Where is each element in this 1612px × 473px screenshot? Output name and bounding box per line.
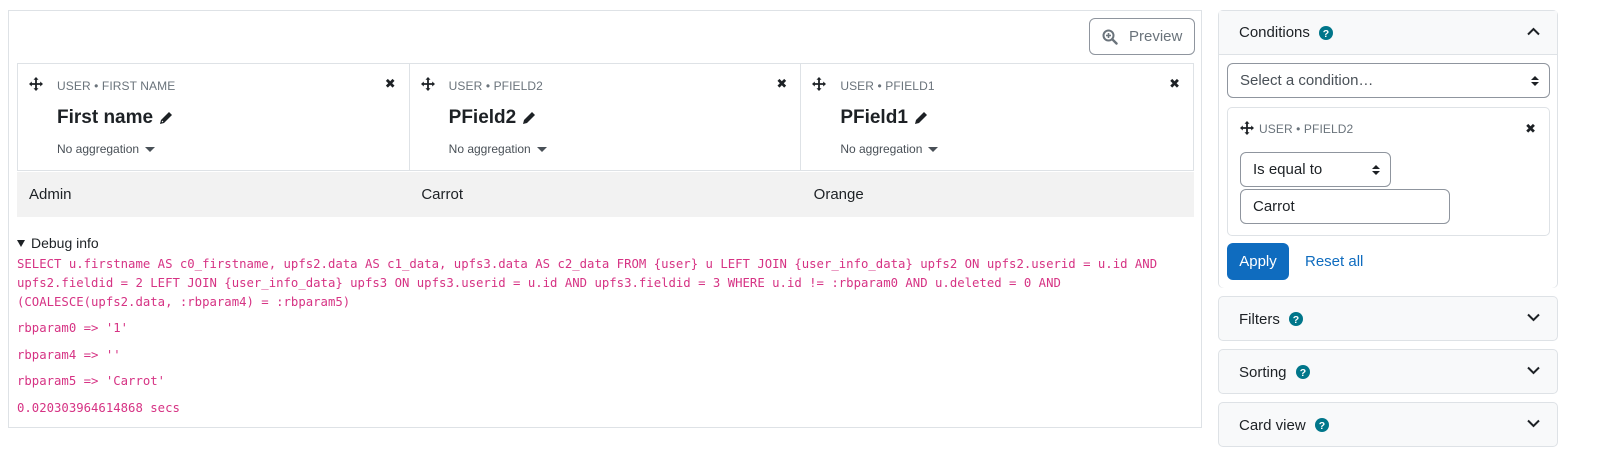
column-title-text: PField2 (448, 107, 517, 128)
remove-column-icon[interactable]: ✖ (776, 77, 787, 91)
help-icon[interactable]: ? (1288, 312, 1303, 326)
debug-param: rbparam5 => 'Carrot' (17, 374, 166, 388)
help-icon[interactable]: ? (1295, 365, 1310, 379)
select-arrows-icon (1372, 165, 1380, 175)
caret-down-icon (928, 146, 939, 152)
debug-param: rbparam0 => '1' (17, 321, 129, 335)
report-columns: USER • FIRST NAME ✖ First name No aggreg… (17, 63, 1194, 171)
sorting-title: Sorting (1239, 363, 1287, 381)
column-title-text: PField1 (840, 107, 908, 128)
svg-text:?: ? (1318, 420, 1324, 432)
chevron-down-icon[interactable] (1527, 366, 1540, 375)
table-cell: Carrot (421, 186, 464, 203)
aggregation-label: No aggregation (840, 142, 923, 156)
zoom-in-icon (1102, 29, 1118, 45)
conditions-card: Conditions ? Select a condition… USER • … (1218, 10, 1558, 288)
remove-condition-icon[interactable]: ✖ (1525, 122, 1536, 136)
move-icon[interactable] (1240, 121, 1254, 135)
column-source-tag: USER • FIRST NAME (57, 79, 176, 93)
triangle-down-icon (17, 239, 25, 247)
operator-select[interactable]: Is equal to (1240, 152, 1391, 187)
preview-button[interactable]: Preview (1089, 18, 1195, 55)
move-icon[interactable] (812, 77, 827, 91)
column-source-tag: USER • PFIELD2 (448, 79, 543, 93)
pencil-icon[interactable] (159, 111, 173, 125)
chevron-down-icon[interactable] (1527, 419, 1540, 428)
remove-column-icon[interactable]: ✖ (385, 77, 396, 91)
column-header: USER • PFIELD1 ✖ PField1 No aggregation (801, 64, 1193, 170)
svg-text:?: ? (1323, 27, 1329, 39)
pencil-icon[interactable] (522, 111, 536, 125)
filters-card: Filters ? (1218, 296, 1558, 341)
column-header: USER • FIRST NAME ✖ First name No aggreg… (18, 64, 410, 170)
column-header: USER • PFIELD2 ✖ PField2 No aggregation (410, 64, 802, 170)
card-view-header[interactable]: Card view ? (1219, 403, 1557, 447)
operator-value: Is equal to (1253, 161, 1323, 178)
pencil-icon[interactable] (914, 111, 928, 125)
debug-query-time: 0.020303964614868 secs (17, 401, 180, 415)
aggregation-dropdown[interactable]: No aggregation (57, 142, 156, 156)
filters-title: Filters (1239, 310, 1280, 328)
debug-info-toggle[interactable]: Debug info (17, 235, 99, 251)
chevron-up-icon[interactable] (1527, 27, 1540, 36)
condition-select-placeholder: Select a condition… (1240, 72, 1374, 89)
select-arrows-icon (1531, 76, 1539, 86)
sorting-card: Sorting ? (1218, 349, 1558, 394)
filters-header[interactable]: Filters ? (1219, 297, 1557, 341)
condition-value-input[interactable]: Carrot (1240, 189, 1450, 224)
column-source-tag: USER • PFIELD1 (840, 79, 935, 93)
chevron-down-icon[interactable] (1527, 313, 1540, 322)
column-title: First name (57, 107, 173, 129)
column-title: PField2 (449, 107, 537, 129)
debug-info-label: Debug info (31, 235, 99, 251)
preview-label: Preview (1129, 28, 1183, 45)
report-editor-panel: Preview USER • FIRST NAME ✖ First name N… (8, 10, 1202, 428)
aggregation-label: No aggregation (57, 142, 140, 156)
help-icon[interactable]: ? (1314, 418, 1329, 432)
move-icon[interactable] (420, 77, 435, 91)
caret-down-icon (145, 146, 156, 152)
column-title-text: First name (57, 107, 154, 128)
svg-text:?: ? (1299, 367, 1305, 379)
remove-column-icon[interactable]: ✖ (1169, 77, 1180, 91)
aggregation-dropdown[interactable]: No aggregation (449, 142, 547, 156)
aggregation-dropdown[interactable]: No aggregation (840, 142, 939, 156)
debug-param: rbparam4 => '' (17, 348, 121, 362)
condition-item: USER • PFIELD2 ✖ Is equal to Carrot (1227, 107, 1550, 236)
conditions-title: Conditions (1239, 24, 1310, 41)
table-row: Admin Carrot Orange (17, 172, 1194, 217)
svg-text:?: ? (1293, 314, 1299, 326)
reset-all-link[interactable]: Reset all (1305, 253, 1363, 270)
card-view-card: Card view ? (1218, 402, 1558, 447)
caret-down-icon (536, 146, 547, 152)
card-view-title: Card view (1239, 416, 1306, 434)
column-title: PField1 (840, 107, 928, 129)
condition-select[interactable]: Select a condition… (1227, 63, 1550, 98)
apply-button[interactable]: Apply (1227, 243, 1289, 280)
conditions-header[interactable]: Conditions ? (1219, 11, 1557, 55)
aggregation-label: No aggregation (448, 142, 531, 156)
debug-sql: SELECT u.firstname AS c0_firstname, upfs… (17, 257, 1158, 309)
table-cell: Admin (29, 186, 72, 203)
help-icon[interactable]: ? (1318, 25, 1333, 40)
table-cell: Orange (813, 186, 864, 203)
condition-source-tag: USER • PFIELD2 (1259, 122, 1354, 136)
move-icon[interactable] (29, 77, 43, 91)
sorting-header[interactable]: Sorting ? (1219, 350, 1557, 394)
conditions-body: Select a condition… USER • PFIELD2 ✖ Is … (1219, 55, 1557, 288)
